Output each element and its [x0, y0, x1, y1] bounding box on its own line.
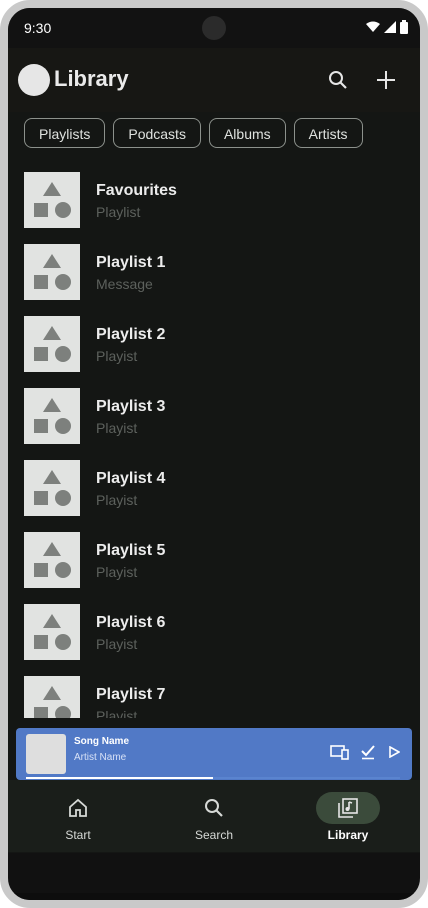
search-icon	[329, 71, 347, 89]
phone-frame: 9:30 Library Playlists Podcasts Albums A…	[0, 0, 428, 908]
wifi-icon	[366, 21, 380, 32]
nav-indicator	[182, 792, 246, 824]
signal-icon	[384, 21, 396, 33]
placeholder-shapes-icon	[34, 614, 71, 650]
list-item[interactable]: Playlist 4 Playist	[24, 460, 404, 516]
playlist-subtitle: Playist	[96, 636, 138, 652]
list-item[interactable]: Playlist 5 Playist	[24, 532, 404, 588]
library-icon	[338, 798, 358, 818]
chip-playlists[interactable]: Playlists	[24, 118, 106, 148]
check-icon	[361, 745, 375, 760]
placeholder-shapes-icon	[34, 686, 71, 718]
status-time: 9:30	[24, 20, 52, 36]
nav-indicator-active	[316, 792, 380, 824]
nav-item-start[interactable]: Start	[10, 780, 146, 852]
home-icon	[69, 798, 87, 817]
bottom-navigation: Start Search Library	[8, 780, 420, 852]
playlist-subtitle: Message	[96, 276, 153, 292]
front-camera	[202, 16, 226, 40]
play-button[interactable]	[384, 742, 404, 762]
playlist-name: Playlist 2	[96, 326, 166, 343]
list-item[interactable]: Favourites Playlist	[24, 172, 404, 228]
playlist-thumbnail	[24, 172, 80, 228]
artist-name: Artist Name	[74, 752, 127, 763]
playlist-subtitle: Playist	[96, 420, 138, 436]
placeholder-shapes-icon	[34, 254, 71, 290]
placeholder-shapes-icon	[34, 398, 71, 434]
nav-label: Library	[327, 828, 369, 842]
playlist-thumbnail	[24, 388, 80, 444]
nav-label: Search	[194, 828, 234, 842]
search-button[interactable]	[324, 66, 352, 94]
list-item[interactable]: Playlist 3 Playist	[24, 388, 404, 444]
list-item[interactable]: Playlist 6 Playist	[24, 604, 404, 660]
chip-podcasts[interactable]: Podcasts	[113, 118, 201, 148]
nav-indicator	[46, 792, 110, 824]
playback-progress[interactable]	[26, 777, 400, 779]
playlist-name: Playlist 5	[96, 542, 166, 559]
placeholder-shapes-icon	[34, 470, 71, 506]
avatar[interactable]	[18, 64, 50, 96]
playlist-name: Playlist 4	[96, 470, 166, 487]
list-item[interactable]: Playlist 2 Playist	[24, 316, 404, 372]
playlist-subtitle: Playlist	[96, 204, 141, 220]
system-navigation-bar	[8, 893, 420, 900]
list-item[interactable]: Playlist 7 Playist	[24, 676, 404, 718]
status-icons	[366, 20, 408, 34]
playlist-subtitle: Playist	[96, 348, 138, 364]
search-icon	[205, 799, 223, 817]
devices-icon	[330, 745, 349, 760]
playlist-thumbnail	[24, 604, 80, 660]
playlist-thumbnail	[24, 676, 80, 718]
placeholder-shapes-icon	[34, 326, 71, 362]
nav-item-library[interactable]: Library	[280, 780, 416, 852]
placeholder-shapes-icon	[34, 542, 71, 578]
save-button[interactable]	[358, 742, 378, 762]
add-button[interactable]	[372, 66, 400, 94]
page-title: Library	[54, 66, 129, 91]
playlist-thumbnail	[24, 532, 80, 588]
playlist-subtitle: Playist	[96, 564, 138, 580]
play-icon	[389, 746, 400, 758]
list-item[interactable]: Playlist 1 Message	[24, 244, 404, 300]
song-name: Song Name	[74, 736, 130, 747]
top-app-bar: Library	[8, 48, 420, 112]
playlist-name: Playlist 6	[96, 614, 166, 631]
connect-device-button[interactable]	[330, 742, 350, 762]
chip-artists[interactable]: Artists	[293, 118, 363, 148]
playlist-list: Favourites Playlist Playlist 1 Message P…	[8, 158, 420, 718]
battery-icon	[400, 20, 408, 34]
album-art	[26, 734, 66, 774]
playlist-name: Favourites	[96, 182, 177, 199]
playlist-name: Playlist 7	[96, 686, 166, 703]
playlist-name: Playlist 3	[96, 398, 166, 415]
nav-label: Start	[65, 828, 91, 842]
filter-chips: Playlists Podcasts Albums Artists	[24, 118, 363, 148]
progress-fill	[26, 777, 213, 779]
playlist-thumbnail	[24, 244, 80, 300]
playlist-subtitle: Playist	[96, 492, 138, 508]
playlist-subtitle: Playist	[96, 708, 138, 718]
playlist-thumbnail	[24, 460, 80, 516]
app-screen: Library Playlists Podcasts Albums Artist…	[8, 48, 420, 900]
playlist-name: Playlist 1	[96, 254, 166, 271]
status-bar: 9:30	[8, 8, 420, 48]
chip-albums[interactable]: Albums	[208, 118, 286, 148]
nav-item-search[interactable]: Search	[146, 780, 282, 852]
plus-icon	[377, 71, 395, 89]
placeholder-shapes-icon	[34, 182, 71, 218]
mini-player[interactable]: Song Name Artist Name	[16, 728, 412, 780]
playlist-thumbnail	[24, 316, 80, 372]
